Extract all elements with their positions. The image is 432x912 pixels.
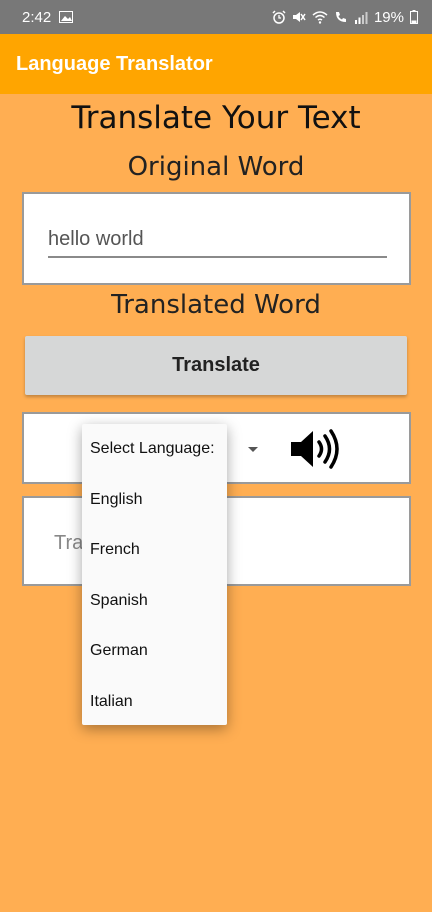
mute-icon bbox=[292, 10, 306, 24]
original-word-label: Original Word bbox=[127, 152, 305, 182]
dropdown-item-italian[interactable]: Italian bbox=[82, 677, 227, 728]
dropdown-item-german[interactable]: German bbox=[82, 626, 227, 677]
battery-icon bbox=[410, 10, 418, 24]
status-time: 2:42 bbox=[22, 8, 52, 26]
wifi-icon bbox=[312, 10, 328, 24]
translated-word-label: Translated Word bbox=[111, 290, 321, 320]
app-bar: Language Translator bbox=[0, 34, 432, 94]
dropdown-item-french[interactable]: French bbox=[82, 525, 227, 576]
speaker-icon[interactable] bbox=[289, 428, 341, 475]
original-word-container bbox=[22, 192, 411, 285]
battery-percent: 19% bbox=[373, 8, 404, 26]
dropdown-item-english[interactable]: English bbox=[82, 475, 227, 526]
language-dropdown-menu[interactable]: Select Language: English French Spanish … bbox=[82, 424, 227, 725]
original-word-input[interactable] bbox=[48, 224, 387, 258]
dropdown-arrow-icon[interactable] bbox=[248, 447, 258, 452]
translate-button[interactable]: Translate bbox=[25, 336, 407, 395]
gallery-notification-icon bbox=[59, 11, 74, 23]
page-heading: Translate Your Text bbox=[71, 100, 361, 136]
signal-icon bbox=[354, 11, 368, 24]
dropdown-item-select-language[interactable]: Select Language: bbox=[82, 424, 227, 475]
wifi-call-icon bbox=[334, 10, 348, 24]
translated-word-output: Tra bbox=[54, 532, 84, 554]
app-title: Language Translator bbox=[16, 52, 213, 75]
dropdown-item-spanish[interactable]: Spanish bbox=[82, 576, 227, 627]
alarm-icon bbox=[272, 10, 286, 24]
status-bar: 2:42 19% bbox=[0, 0, 432, 34]
